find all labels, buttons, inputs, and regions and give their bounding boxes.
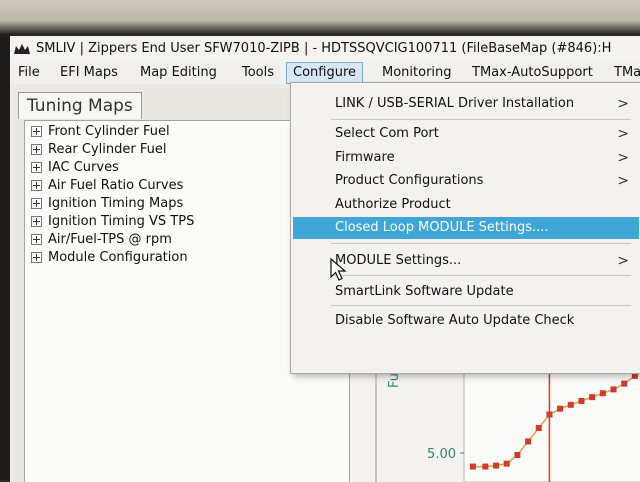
menu-item-label: Disable Software Auto Update Check: [335, 313, 575, 328]
tree-item-label: Front Cylinder Fuel: [48, 124, 170, 139]
submenu-arrow-icon: >: [617, 126, 629, 142]
data-point[interactable]: [567, 401, 574, 408]
menu-item-smartlink-software-update[interactable]: SmartLink Software Update: [293, 281, 639, 303]
menu-map-editing[interactable]: Map Editing: [134, 62, 223, 84]
data-point[interactable]: [525, 438, 532, 445]
tree-item-ignition-timing-vs-tps[interactable]: Ignition Timing VS TPS: [31, 213, 194, 231]
menu-item-disable-auto-update-check[interactable]: Disable Software Auto Update Check: [293, 310, 639, 332]
data-point[interactable]: [514, 451, 521, 458]
data-point[interactable]: [503, 460, 510, 467]
tree-item-label: Ignition Timing Maps: [48, 196, 184, 211]
title-bar: SMLIV | Zippers End User SFW7010-ZIPB | …: [10, 36, 640, 62]
tree-item-front-cylinder-fuel[interactable]: Front Cylinder Fuel: [31, 123, 170, 141]
menu-file[interactable]: File: [12, 62, 46, 84]
menu-item-label: Select Com Port: [335, 126, 439, 141]
menu-configure[interactable]: Configure: [286, 62, 364, 84]
menu-tools[interactable]: Tools: [236, 62, 280, 84]
tree-item-rear-cylinder-fuel[interactable]: Rear Cylinder Fuel: [31, 141, 166, 159]
data-point[interactable]: [599, 390, 606, 397]
tab-tuning-maps[interactable]: Tuning Maps: [18, 92, 142, 119]
menu-item-product-configurations[interactable]: Product Configurations >: [293, 170, 639, 192]
tree-item-label: Air/Fuel-TPS @ rpm: [48, 232, 172, 247]
menu-bar: File EFI Maps Map Editing Tools Configur…: [10, 62, 640, 84]
expand-icon[interactable]: [31, 234, 42, 245]
menu-monitoring[interactable]: Monitoring: [376, 62, 458, 84]
submenu-arrow-icon: >: [617, 150, 629, 166]
menu-item-label: MODULE Settings...: [335, 253, 462, 268]
menu-divider: [331, 275, 631, 276]
expand-icon[interactable]: [31, 126, 42, 137]
expand-icon[interactable]: [31, 198, 42, 209]
menu-tmax-autosupport[interactable]: TMax-AutoSupport: [466, 62, 599, 84]
submenu-arrow-icon: >: [617, 96, 629, 112]
expand-icon[interactable]: [31, 180, 42, 191]
menu-item-label: Product Configurations: [335, 173, 484, 188]
tree-item-air-fuel-tps-rpm[interactable]: Air/Fuel-TPS @ rpm: [31, 231, 172, 249]
data-point[interactable]: [610, 386, 617, 393]
data-point[interactable]: [493, 462, 500, 469]
menu-item-link-usb-serial-driver[interactable]: LINK / USB-SERIAL Driver Installation >: [293, 93, 639, 115]
tree-item-air-fuel-ratio-curves[interactable]: Air Fuel Ratio Curves: [31, 177, 183, 195]
mouse-pointer-icon: [330, 258, 347, 281]
menu-item-closed-loop-module-settings[interactable]: Closed Loop MODULE Settings....: [293, 217, 639, 239]
window-title: SMLIV | Zippers End User SFW7010-ZIPB | …: [36, 41, 612, 56]
menu-divider: [331, 243, 631, 244]
expand-icon[interactable]: [31, 144, 42, 155]
menu-item-select-com-port[interactable]: Select Com Port >: [293, 123, 639, 145]
tree-item-label: Module Configuration: [48, 250, 188, 265]
menu-divider: [331, 305, 631, 306]
submenu-arrow-icon: >: [617, 253, 629, 269]
expand-icon[interactable]: [31, 216, 42, 227]
menu-item-label: Firmware: [335, 150, 395, 165]
menu-tma[interactable]: TMa: [608, 62, 640, 84]
submenu-arrow-icon: >: [617, 173, 629, 189]
tree-item-iac-curves[interactable]: IAC Curves: [31, 159, 119, 177]
menu-item-label: Authorize Product: [335, 197, 451, 212]
expand-icon[interactable]: [31, 252, 42, 263]
menu-divider: [331, 119, 631, 120]
tree-item-label: Ignition Timing VS TPS: [48, 214, 195, 229]
menu-item-label: Closed Loop MODULE Settings....: [335, 220, 549, 235]
data-point[interactable]: [589, 394, 596, 401]
application-window: SMLIV | Zippers End User SFW7010-ZIPB | …: [10, 36, 640, 482]
menu-item-label: LINK / USB-SERIAL Driver Installation: [335, 96, 575, 111]
expand-icon[interactable]: [31, 162, 42, 173]
tree-item-label: Rear Cylinder Fuel: [48, 142, 167, 157]
menu-efi-maps[interactable]: EFI Maps: [54, 62, 124, 84]
tree-item-label: Air Fuel Ratio Curves: [48, 178, 184, 193]
menu-item-authorize-product[interactable]: Authorize Product: [293, 194, 639, 216]
configure-menu: LINK / USB-SERIAL Driver Installation > …: [290, 82, 640, 374]
data-point[interactable]: [482, 463, 489, 470]
y-tick-label: 5.00: [427, 447, 456, 462]
menu-item-firmware[interactable]: Firmware >: [293, 147, 639, 169]
tree-item-ignition-timing-maps[interactable]: Ignition Timing Maps: [31, 195, 183, 213]
data-point[interactable]: [621, 380, 628, 387]
app-logo-icon: [14, 44, 30, 54]
data-point[interactable]: [535, 424, 542, 431]
data-point[interactable]: [578, 397, 585, 404]
tree-item-module-configuration[interactable]: Module Configuration: [31, 249, 188, 267]
data-point[interactable]: [469, 463, 476, 470]
tree-item-label: IAC Curves: [48, 160, 119, 175]
data-point[interactable]: [546, 411, 553, 418]
data-point[interactable]: [557, 405, 564, 412]
menu-item-label: SmartLink Software Update: [335, 284, 514, 299]
monitor-bezel-top: [0, 0, 640, 34]
